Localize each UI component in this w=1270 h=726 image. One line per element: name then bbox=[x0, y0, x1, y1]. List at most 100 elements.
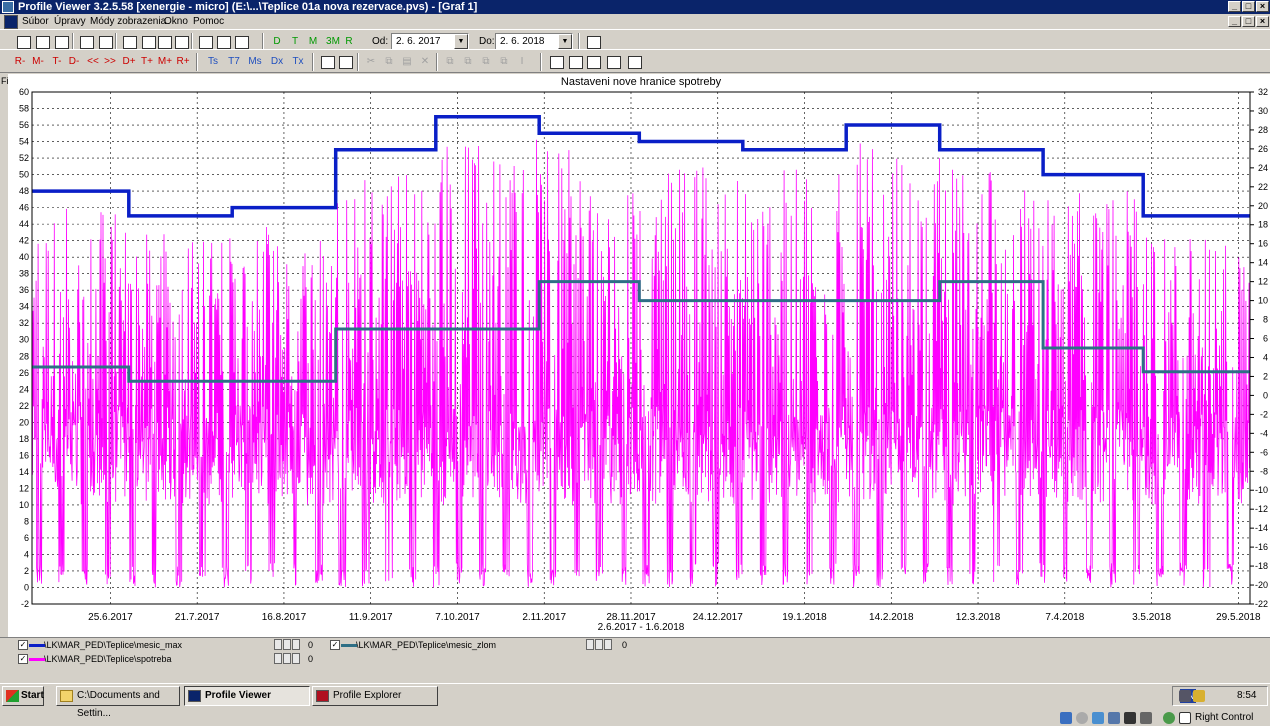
stat-t7-button[interactable]: T7 bbox=[225, 53, 243, 70]
refresh-icon[interactable] bbox=[196, 33, 214, 50]
y-tick-label-right: 2 bbox=[1263, 371, 1268, 381]
nav-back-button[interactable]: << bbox=[84, 53, 102, 70]
paste-icon[interactable]: ▤ bbox=[398, 53, 416, 70]
spotreba-line bbox=[31, 139, 1250, 588]
refresh-icon[interactable] bbox=[1163, 712, 1175, 724]
chart-window[interactable]: Fi Nastaveni nove hranice spotreby 2.6.2… bbox=[0, 74, 1270, 639]
nav-week-forward-button[interactable]: T+ bbox=[138, 53, 156, 70]
profile-viewer-icon bbox=[188, 690, 201, 702]
menu-subor[interactable]: Súbor bbox=[22, 15, 49, 29]
refresh-range-icon[interactable] bbox=[214, 33, 232, 50]
tile-horizontal-icon[interactable] bbox=[155, 33, 173, 50]
stat-dx-button[interactable]: Dx bbox=[268, 53, 286, 70]
grid-icon[interactable] bbox=[584, 53, 602, 70]
period-month-button[interactable]: M bbox=[304, 33, 322, 50]
maximize-button[interactable]: □ bbox=[1242, 1, 1255, 12]
keyboard-icon[interactable] bbox=[1140, 712, 1152, 724]
trend-icon[interactable] bbox=[604, 53, 622, 70]
arrow-down-icon[interactable] bbox=[1179, 712, 1191, 724]
display-icon[interactable] bbox=[1108, 712, 1120, 724]
period-year-button[interactable]: R bbox=[340, 33, 358, 50]
mdi-minimize-button[interactable]: _ bbox=[1228, 16, 1241, 27]
copy-series-icon[interactable]: ⧉ bbox=[441, 53, 459, 70]
menu-mody-zobrazenia[interactable]: Módy zobrazenia bbox=[90, 15, 166, 29]
chevron-down-icon[interactable]: ▼ bbox=[454, 34, 468, 49]
nav-month-forward-button[interactable]: M+ bbox=[156, 53, 174, 70]
cascade-icon[interactable] bbox=[120, 33, 138, 50]
y-tick-label-right: 30 bbox=[1258, 106, 1268, 116]
nav-month-back-button[interactable]: M- bbox=[29, 53, 47, 70]
task-explorer[interactable]: C:\Documents and Settin... bbox=[56, 686, 180, 719]
series-controls[interactable] bbox=[274, 639, 304, 651]
stat-tx-button[interactable]: Tx bbox=[289, 53, 307, 70]
chart-settings-icon[interactable] bbox=[14, 33, 32, 50]
stat-ts-button[interactable]: Ts bbox=[204, 53, 222, 70]
from-date-field[interactable]: 2. 6. 2017 ▼ bbox=[391, 33, 469, 50]
save-icon[interactable] bbox=[318, 53, 336, 70]
monitor-icon[interactable] bbox=[1124, 712, 1136, 724]
copy-icon[interactable]: ⧉ bbox=[380, 53, 398, 70]
nav-day-back-button[interactable]: D- bbox=[65, 53, 83, 70]
disc-icon[interactable] bbox=[1076, 712, 1088, 724]
text-icon[interactable]: I bbox=[513, 53, 531, 70]
series-controls[interactable] bbox=[586, 639, 616, 651]
series-checkbox[interactable]: ✓ bbox=[18, 640, 28, 650]
task-profile-viewer[interactable]: Profile Viewer bbox=[184, 686, 310, 706]
series-icon[interactable] bbox=[566, 53, 584, 70]
undo-icon[interactable] bbox=[336, 53, 354, 70]
task-label: Profile Explorer bbox=[333, 690, 402, 701]
legend-row-spotreba[interactable]: ✓ \LK\MAR_PED\Teplice\spotreba 0 bbox=[16, 652, 336, 666]
series-controls[interactable] bbox=[274, 653, 304, 665]
nav-year-back-button[interactable]: R- bbox=[11, 53, 29, 70]
clock[interactable]: 8:54 bbox=[1237, 687, 1256, 705]
toolbar-navigation: R- M- T- D- << >> D+ T+ M+ R+ Ts T7 Ms D… bbox=[0, 49, 1270, 73]
menu-upravy[interactable]: Úpravy bbox=[54, 15, 86, 29]
mdi-restore-button[interactable]: □ bbox=[1242, 16, 1255, 27]
nav-year-forward-button[interactable]: R+ bbox=[174, 53, 192, 70]
pen-icon[interactable] bbox=[1092, 712, 1104, 724]
app-icon bbox=[2, 1, 14, 13]
period-day-button[interactable]: D bbox=[268, 33, 286, 50]
tile-vertical-icon[interactable] bbox=[172, 33, 190, 50]
menu-pomoc[interactable]: Pomoc bbox=[193, 15, 224, 29]
host-icon[interactable] bbox=[1060, 712, 1072, 724]
zoom-icon[interactable] bbox=[547, 53, 565, 70]
nav-forward-button[interactable]: >> bbox=[101, 53, 119, 70]
print-icon[interactable] bbox=[96, 33, 114, 50]
series-checkbox[interactable]: ✓ bbox=[18, 654, 28, 664]
separator bbox=[357, 53, 359, 71]
security-icon[interactable] bbox=[1193, 690, 1205, 702]
delete-icon[interactable]: ✕ bbox=[416, 53, 434, 70]
network-icon[interactable] bbox=[1179, 690, 1191, 702]
close-button[interactable]: × bbox=[1256, 1, 1269, 12]
period-week-button[interactable]: T bbox=[286, 33, 304, 50]
to-date-field[interactable]: 2. 6. 2018 ▼ bbox=[495, 33, 573, 50]
stat-ms-button[interactable]: Ms bbox=[246, 53, 264, 70]
task-profile-explorer[interactable]: Profile Explorer bbox=[312, 686, 438, 706]
copy-window-icon[interactable] bbox=[584, 33, 602, 50]
refresh-all-icon[interactable] bbox=[232, 33, 250, 50]
swatch-spotreba bbox=[29, 658, 45, 661]
nav-day-forward-button[interactable]: D+ bbox=[120, 53, 138, 70]
open-folder-icon[interactable] bbox=[77, 33, 95, 50]
legend-row-max[interactable]: ✓ \LK\MAR_PED\Teplice\mesic_max 0 ✓ \LK\… bbox=[16, 638, 656, 652]
table-icon[interactable] bbox=[33, 33, 51, 50]
wand-icon[interactable] bbox=[52, 33, 70, 50]
nav-week-back-button[interactable]: T- bbox=[48, 53, 66, 70]
minimize-button[interactable]: _ bbox=[1228, 1, 1241, 12]
cut-icon[interactable]: ✂ bbox=[362, 53, 380, 70]
copy-series-2-icon[interactable]: ⧉ bbox=[459, 53, 477, 70]
mdi-close-button[interactable]: × bbox=[1256, 16, 1269, 27]
copy-series-4-icon[interactable]: ⧉ bbox=[495, 53, 513, 70]
menu-okno[interactable]: Okno bbox=[164, 15, 188, 29]
chart-icon[interactable] bbox=[625, 53, 643, 70]
series-checkbox[interactable]: ✓ bbox=[330, 640, 340, 650]
copy-series-3-icon[interactable]: ⧉ bbox=[477, 53, 495, 70]
start-button[interactable]: Start bbox=[2, 686, 44, 706]
y-tick-label-right: -16 bbox=[1255, 542, 1268, 552]
chevron-down-icon[interactable]: ▼ bbox=[558, 34, 572, 49]
document-icon[interactable] bbox=[4, 15, 18, 29]
y-tick-label-left: 2 bbox=[24, 566, 29, 576]
chart-canvas[interactable]: Fi Nastaveni nove hranice spotreby 2.6.2… bbox=[0, 74, 1270, 639]
y-tick-label-right: 32 bbox=[1258, 87, 1268, 97]
